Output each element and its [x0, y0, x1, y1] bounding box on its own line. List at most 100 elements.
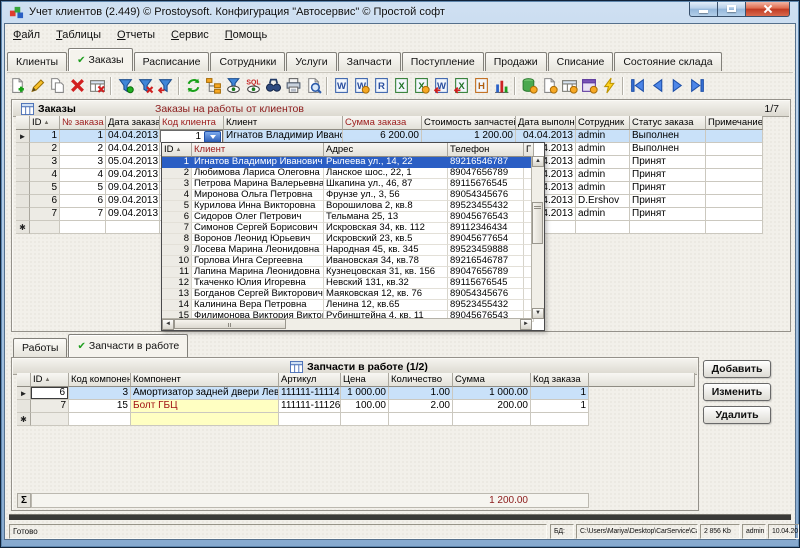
client-cell-client[interactable]: Богданов Сергей Викторович: [192, 289, 324, 300]
client-cell-phone[interactable]: 89523455432: [448, 300, 524, 311]
order-cell-note[interactable]: [706, 143, 763, 156]
part-row-2[interactable]: 715Болт ГБЦ111111-11126100.002.00200.001: [17, 400, 695, 413]
client-cell-id[interactable]: 8: [162, 234, 192, 245]
export-excel-icon[interactable]: X: [391, 76, 411, 96]
menu-file[interactable]: Файл: [5, 29, 48, 41]
order-cell-id[interactable]: 1: [30, 130, 60, 143]
link-table-icon[interactable]: [559, 76, 579, 96]
client-cell-phone[interactable]: 89047656789: [448, 267, 524, 278]
order-cell-id[interactable]: 2: [30, 143, 60, 156]
client-cell-id[interactable]: 6: [162, 212, 192, 223]
refresh-icon[interactable]: [183, 76, 203, 96]
export-excel-template-icon[interactable]: X: [451, 76, 471, 96]
client-cell-address[interactable]: Шкапина ул., 46, 87: [324, 179, 448, 190]
order-cell-note[interactable]: [706, 130, 763, 143]
order-col-header-employee[interactable]: Сотрудник: [576, 116, 630, 130]
order-cell-date[interactable]: [106, 221, 160, 234]
link-document-icon[interactable]: [539, 76, 559, 96]
chart-icon[interactable]: [491, 76, 511, 96]
client-cell-address[interactable]: Рылеева ул., 14, 22: [324, 157, 448, 168]
nav-last-icon[interactable]: [687, 76, 707, 96]
order-col-header-parts_cost[interactable]: Стоимость запчастей: [422, 116, 516, 130]
client-cell-phone[interactable]: 89047656789: [448, 168, 524, 179]
client-cell-client[interactable]: Миронова Ольга Петровна: [192, 190, 324, 201]
part-cell-price[interactable]: 1 000.00: [341, 387, 389, 400]
order-cell-employee[interactable]: admin: [576, 156, 630, 169]
client-cell-id[interactable]: 12: [162, 278, 192, 289]
client-cell-client[interactable]: Лапина Марина Леонидовна: [192, 267, 324, 278]
client-cell-client[interactable]: Симонов Сергей Борисович: [192, 223, 324, 234]
order-cell-employee[interactable]: admin: [576, 182, 630, 195]
client-cell-client[interactable]: Сидоров Олег Петрович: [192, 212, 324, 223]
delete-button[interactable]: Удалить: [703, 406, 771, 424]
part-cell-qty[interactable]: [389, 413, 453, 426]
part-cell-id[interactable]: 7: [31, 400, 69, 413]
sql-filter-icon[interactable]: SQL: [243, 76, 263, 96]
client-cell-address[interactable]: Искровская 34, кв. 112: [324, 223, 448, 234]
export-rtf-icon[interactable]: R: [371, 76, 391, 96]
add-button[interactable]: Добавить: [703, 360, 771, 378]
order-cell-status[interactable]: [630, 221, 706, 234]
part-cell-price[interactable]: 100.00: [341, 400, 389, 413]
client-row-11[interactable]: 11Лапина Марина ЛеонидовнаКузнецовская 3…: [162, 267, 544, 278]
client-cell-id[interactable]: 11: [162, 267, 192, 278]
print-icon[interactable]: [283, 76, 303, 96]
client-cell-address[interactable]: Кузнецовская 31, кв. 156: [324, 267, 448, 278]
part-col-header-sum[interactable]: Сумма: [453, 373, 531, 387]
order-col-header-id[interactable]: ID▲: [30, 116, 60, 130]
client-row-1[interactable]: 1Игнатов Владимир ИвановичРылеева ул., 1…: [162, 157, 544, 168]
edit-record-icon[interactable]: [27, 76, 47, 96]
part-col-header-price[interactable]: Цена: [341, 373, 389, 387]
order-cell-date[interactable]: 09.04.2013: [106, 169, 160, 182]
client-cell-client[interactable]: Любимова Лариса Олеговна: [192, 168, 324, 179]
client-cell-address[interactable]: Ивановская 34, кв.78: [324, 256, 448, 267]
order-cell-num[interactable]: 6: [60, 195, 106, 208]
export-word-letter-icon[interactable]: W: [351, 76, 371, 96]
filter-selection-icon[interactable]: [135, 76, 155, 96]
client-row-10[interactable]: 10Горлова Инга СергеевнаИвановская 34, к…: [162, 256, 544, 267]
client-cell-phone[interactable]: 89115676545: [448, 179, 524, 190]
client-cell-phone[interactable]: 89523455432: [448, 201, 524, 212]
client-cell-id[interactable]: 1: [162, 157, 192, 168]
order-cell-num[interactable]: 3: [60, 156, 106, 169]
order-cell-note[interactable]: [706, 195, 763, 208]
tab-writeoffs[interactable]: Списание: [548, 52, 614, 71]
find-icon[interactable]: [263, 76, 283, 96]
client-row-2[interactable]: 2Любимова Лариса ОлеговнаЛанское шос., 2…: [162, 168, 544, 179]
order-cell-date[interactable]: 09.04.2013: [106, 208, 160, 221]
order-cell-employee[interactable]: [576, 221, 630, 234]
menu-service[interactable]: Сервис: [163, 29, 217, 41]
print-preview-icon[interactable]: [303, 76, 323, 96]
order-cell-note[interactable]: [706, 182, 763, 195]
client-cell-client[interactable]: Игнатов Владимир Иванович: [192, 157, 324, 168]
part-col-header-qty[interactable]: Количество: [389, 373, 453, 387]
client-cell-phone[interactable]: 89054345676: [448, 289, 524, 300]
export-word-template-icon[interactable]: W: [431, 76, 451, 96]
tab-employees[interactable]: Сотрудники: [210, 52, 285, 71]
order-cell-id[interactable]: 5: [30, 182, 60, 195]
part-cell-id[interactable]: 6: [31, 387, 69, 400]
menu-tables[interactable]: Таблицы: [48, 29, 109, 41]
part-col-header-article[interactable]: Артикул: [279, 373, 341, 387]
part-cell-component[interactable]: Амортизатор задней двери Левый: [131, 387, 279, 400]
client-cell-client[interactable]: Калинина Вера Петровна: [192, 300, 324, 311]
part-cell-order_code[interactable]: 1: [531, 387, 589, 400]
client-col-header-extra[interactable]: Г: [524, 143, 534, 157]
order-cell-num[interactable]: 7: [60, 208, 106, 221]
export-html-icon[interactable]: H: [471, 76, 491, 96]
order-cell-note[interactable]: [706, 156, 763, 169]
part-cell-price[interactable]: [341, 413, 389, 426]
part-cell-article[interactable]: 111111-11126: [279, 400, 341, 413]
filter-field-icon[interactable]: [115, 76, 135, 96]
part-cell-article[interactable]: 111111-11114: [279, 387, 341, 400]
order-cell-id[interactable]: 7: [30, 208, 60, 221]
client-cell-address[interactable]: Невский 131, кв.32: [324, 278, 448, 289]
client-cell-id[interactable]: 9: [162, 245, 192, 256]
client-cell-client[interactable]: Петрова Марина Валерьевна: [192, 179, 324, 190]
export-word-icon[interactable]: W: [331, 76, 351, 96]
order-cell-employee[interactable]: admin: [576, 130, 630, 143]
order-col-header-done_date[interactable]: Дата выполнения: [516, 116, 576, 130]
order-col-header-note[interactable]: Примечание: [706, 116, 763, 130]
part-col-header-component[interactable]: Компонент: [131, 373, 279, 387]
client-cell-client[interactable]: Лосева Марина Леонидовна: [192, 245, 324, 256]
